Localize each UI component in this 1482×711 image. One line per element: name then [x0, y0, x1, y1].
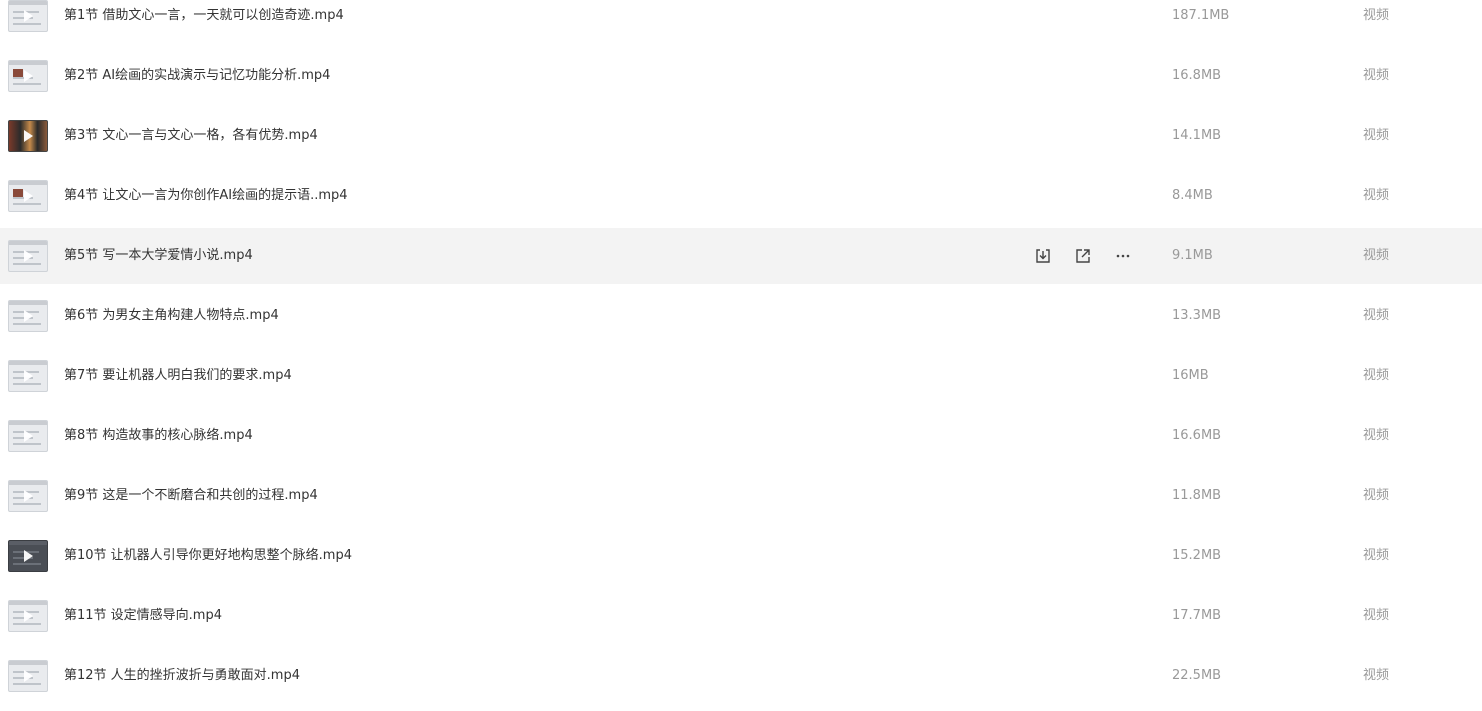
file-name[interactable]: 第7节 要让机器人明白我们的要求.mp4 [64, 348, 292, 404]
file-type: 视频 [1363, 488, 1390, 503]
file-name[interactable]: 第1节 借助文心一言，一天就可以创造奇迹.mp4 [64, 0, 344, 44]
file-type: 视频 [1363, 8, 1390, 23]
play-icon [24, 430, 33, 442]
file-type: 视频 [1363, 548, 1390, 563]
file-name[interactable]: 第11节 设定情感导向.mp4 [64, 588, 222, 644]
file-type: 视频 [1363, 128, 1390, 143]
play-icon [24, 550, 33, 562]
file-size: 16MB [1172, 368, 1209, 383]
file-list: 第1节 借助文心一言，一天就可以创造奇迹.mp4 187.1MB 视频 第2节 … [0, 0, 1482, 711]
file-row[interactable]: 第7节 要让机器人明白我们的要求.mp4 16MB 视频 [0, 348, 1482, 404]
file-name[interactable]: 第2节 AI绘画的实战演示与记忆功能分析.mp4 [64, 48, 330, 104]
file-type: 视频 [1363, 248, 1390, 263]
video-thumbnail[interactable] [8, 480, 48, 512]
file-name[interactable]: 第6节 为男女主角构建人物特点.mp4 [64, 288, 279, 344]
share-icon[interactable] [1074, 247, 1092, 265]
file-size: 16.8MB [1172, 68, 1222, 83]
file-size: 13.3MB [1172, 308, 1222, 323]
file-type: 视频 [1363, 368, 1390, 383]
video-thumbnail[interactable] [8, 660, 48, 692]
play-icon [24, 190, 33, 202]
file-size: 8.4MB [1172, 188, 1213, 203]
more-icon[interactable] [1114, 247, 1132, 265]
file-name[interactable]: 第10节 让机器人引导你更好地构思整个脉络.mp4 [64, 528, 352, 584]
video-thumbnail[interactable] [8, 240, 48, 272]
play-icon [24, 490, 33, 502]
file-row[interactable]: 第5节 写一本大学爱情小说.mp4 9.1MB 视频 [0, 228, 1482, 284]
file-size: 9.1MB [1172, 248, 1213, 263]
file-row[interactable]: 第6节 为男女主角构建人物特点.mp4 13.3MB 视频 [0, 288, 1482, 344]
file-name[interactable]: 第5节 写一本大学爱情小说.mp4 [64, 228, 253, 284]
file-type: 视频 [1363, 68, 1390, 83]
video-thumbnail[interactable] [8, 180, 48, 212]
play-icon [24, 70, 33, 82]
video-thumbnail[interactable] [8, 300, 48, 332]
file-name[interactable]: 第3节 文心一言与文心一格，各有优势.mp4 [64, 108, 318, 164]
play-icon [24, 250, 33, 262]
download-icon[interactable] [1034, 247, 1052, 265]
file-name[interactable]: 第9节 这是一个不断磨合和共创的过程.mp4 [64, 468, 318, 524]
play-icon [24, 310, 33, 322]
file-size: 22.5MB [1172, 668, 1222, 683]
play-icon [24, 670, 33, 682]
play-icon [24, 610, 33, 622]
file-type: 视频 [1363, 668, 1390, 683]
file-row[interactable]: 第3节 文心一言与文心一格，各有优势.mp4 14.1MB 视频 [0, 108, 1482, 164]
file-size: 15.2MB [1172, 548, 1222, 563]
file-name[interactable]: 第4节 让文心一言为你创作AI绘画的提示语..mp4 [64, 168, 348, 224]
play-icon [24, 370, 33, 382]
video-thumbnail[interactable] [8, 0, 48, 32]
file-size: 14.1MB [1172, 128, 1222, 143]
file-type: 视频 [1363, 308, 1390, 323]
file-row[interactable]: 第12节 人生的挫折波折与勇敢面对.mp4 22.5MB 视频 [0, 648, 1482, 704]
video-thumbnail[interactable] [8, 540, 48, 572]
file-row[interactable]: 第1节 借助文心一言，一天就可以创造奇迹.mp4 187.1MB 视频 [0, 0, 1482, 44]
play-icon [24, 130, 33, 142]
file-size: 17.7MB [1172, 608, 1222, 623]
file-size: 187.1MB [1172, 8, 1230, 23]
file-row[interactable]: 第4节 让文心一言为你创作AI绘画的提示语..mp4 8.4MB 视频 [0, 168, 1482, 224]
file-type: 视频 [1363, 428, 1390, 443]
video-thumbnail[interactable] [8, 120, 48, 152]
file-name[interactable]: 第8节 构造故事的核心脉络.mp4 [64, 408, 253, 464]
file-row[interactable]: 第10节 让机器人引导你更好地构思整个脉络.mp4 15.2MB 视频 [0, 528, 1482, 584]
file-size: 11.8MB [1172, 488, 1222, 503]
video-thumbnail[interactable] [8, 60, 48, 92]
file-row[interactable]: 第2节 AI绘画的实战演示与记忆功能分析.mp4 16.8MB 视频 [0, 48, 1482, 104]
file-row[interactable]: 第9节 这是一个不断磨合和共创的过程.mp4 11.8MB 视频 [0, 468, 1482, 524]
video-thumbnail[interactable] [8, 360, 48, 392]
file-type: 视频 [1363, 608, 1390, 623]
file-type: 视频 [1363, 188, 1390, 203]
file-row[interactable]: 第11节 设定情感导向.mp4 17.7MB 视频 [0, 588, 1482, 644]
video-thumbnail[interactable] [8, 420, 48, 452]
file-size: 16.6MB [1172, 428, 1222, 443]
video-thumbnail[interactable] [8, 600, 48, 632]
file-row[interactable]: 第8节 构造故事的核心脉络.mp4 16.6MB 视频 [0, 408, 1482, 464]
play-icon [24, 10, 33, 22]
file-name[interactable]: 第12节 人生的挫折波折与勇敢面对.mp4 [64, 648, 300, 704]
